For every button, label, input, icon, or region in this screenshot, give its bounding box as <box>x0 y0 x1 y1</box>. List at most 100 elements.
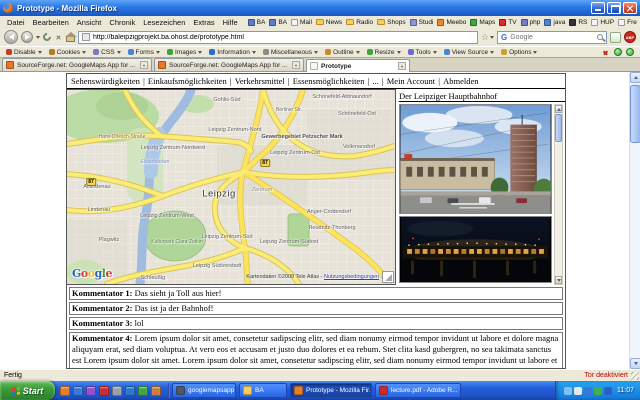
scrollbar-down-icon[interactable] <box>630 358 640 369</box>
browser-tab[interactable]: SourceForge.net: GoogleMaps App for ... <box>2 58 152 71</box>
terms-link[interactable]: Nutzungsbedingungen <box>324 274 379 280</box>
tray-icon[interactable] <box>584 386 592 395</box>
search-input[interactable] <box>510 33 594 41</box>
google-map[interactable]: Gohlis-Süd Schönefeld-Abtnaundorf Schönefe… <box>67 89 396 285</box>
home-button[interactable] <box>64 32 77 42</box>
tab-close-icon[interactable] <box>292 61 300 69</box>
menu-item[interactable]: Chronik <box>105 18 139 27</box>
page-nav-link[interactable]: Verkehrsmittel <box>235 76 285 86</box>
photo-scrollbar[interactable] <box>554 104 563 285</box>
minimize-button[interactable] <box>591 2 605 14</box>
bookmark-item[interactable]: Freenet <box>618 18 637 26</box>
menu-item[interactable]: Hilfe <box>219 18 242 27</box>
menu-item[interactable]: Lesezeichen <box>139 18 189 27</box>
start-button[interactable]: Start <box>0 381 55 400</box>
reload-button[interactable] <box>41 31 53 43</box>
menu-item[interactable]: Bearbeiten <box>29 18 73 27</box>
page-nav-link[interactable]: Abmelden <box>443 76 478 86</box>
quick-launch-icon[interactable] <box>60 385 70 396</box>
bookmark-item[interactable]: HUP <box>591 18 614 26</box>
devtoolbar-menu[interactable]: Forms <box>127 49 160 56</box>
scroll-up-icon[interactable] <box>555 105 562 113</box>
bookmark-item[interactable]: BA <box>247 18 265 26</box>
tab-close-icon[interactable] <box>398 62 406 70</box>
status-ok2-icon[interactable] <box>626 48 634 56</box>
devtoolbar-menu[interactable]: CSS <box>93 49 121 56</box>
quick-launch-icon[interactable] <box>86 385 96 396</box>
page-nav-link[interactable]: ... <box>372 76 378 86</box>
devtoolbar-menu[interactable]: View Source <box>443 49 495 56</box>
bookmark-item[interactable]: php <box>520 18 540 26</box>
tray-icon[interactable] <box>594 386 602 395</box>
bookmark-item[interactable]: Mail <box>291 18 312 26</box>
taskbar-clock[interactable]: 11:07 <box>617 387 634 394</box>
devtoolbar-menu[interactable]: Images <box>166 49 203 56</box>
bookmark-item[interactable]: RS <box>569 18 587 26</box>
devtoolbar-menu[interactable]: Disable <box>6 49 42 56</box>
menu-item[interactable]: Datei <box>3 18 29 27</box>
bookmark-item[interactable]: News <box>315 19 342 26</box>
search-box[interactable]: G <box>497 30 607 44</box>
error-icon[interactable] <box>601 48 610 57</box>
status-ok-icon[interactable] <box>614 48 622 56</box>
forward-button[interactable] <box>21 31 33 43</box>
close-button[interactable] <box>623 2 637 14</box>
page-nav-link[interactable]: Sehenswürdigkeiten <box>71 76 140 86</box>
page-nav-link[interactable]: Essensmöglichkeiten <box>293 76 365 86</box>
url-input[interactable] <box>93 33 474 41</box>
main-scrollbar[interactable] <box>629 72 640 369</box>
tray-icon[interactable] <box>604 386 612 395</box>
bookmark-item[interactable]: Meebo <box>437 18 466 26</box>
bookmark-item[interactable]: Maps <box>470 18 495 26</box>
main-scrollbar-thumb[interactable] <box>630 85 640 143</box>
overview-map-toggle[interactable] <box>382 271 394 283</box>
browser-tab[interactable]: SourceForge.net: GoogleMaps App for ... <box>154 58 304 71</box>
menu-item[interactable]: Ansicht <box>73 18 106 27</box>
devtoolbar-menu[interactable]: Tools <box>407 49 437 56</box>
taskbar-task[interactable]: googlemapsapp <box>172 383 236 398</box>
quick-launch-icon[interactable] <box>138 385 148 396</box>
maximize-button[interactable] <box>607 2 621 14</box>
bookmark-item[interactable]: BA <box>269 18 287 26</box>
menu-item[interactable]: Extras <box>189 18 218 27</box>
taskbar-task[interactable]: Prototype - Mozilla Fir... <box>290 383 372 398</box>
quick-launch-icon[interactable] <box>73 385 83 396</box>
bookmark-item[interactable]: TV <box>499 18 517 26</box>
resize-grip[interactable] <box>631 372 639 380</box>
tab-close-icon[interactable] <box>140 61 148 69</box>
history-dropdown-icon[interactable] <box>36 35 40 39</box>
bookmark-item[interactable]: Studi <box>409 18 433 26</box>
quick-launch-icon[interactable] <box>151 385 161 396</box>
adblock-icon[interactable]: ABP <box>624 31 636 43</box>
search-icon[interactable] <box>597 34 603 40</box>
scroll-down-icon[interactable] <box>555 276 562 284</box>
stop-button[interactable] <box>54 33 63 42</box>
page-nav-link[interactable]: Einkaufsmöglichkeiten <box>148 76 227 86</box>
devtoolbar-menu[interactable]: Resize <box>366 49 401 56</box>
devtoolbar-menu[interactable]: Miscellaneous <box>262 49 319 56</box>
quick-launch-icon[interactable] <box>99 385 109 396</box>
quick-launch-icon[interactable] <box>125 385 135 396</box>
tray-icon[interactable] <box>574 386 582 395</box>
tray-icon[interactable] <box>564 386 572 395</box>
quick-launch-icon[interactable] <box>112 385 122 396</box>
devtoolbar-menu[interactable]: Cookies <box>48 49 87 56</box>
taskbar-task[interactable]: BA <box>239 383 287 398</box>
devtoolbar-menu[interactable]: Options <box>501 49 538 56</box>
browser-tab[interactable]: Prototype <box>306 59 410 72</box>
extension-icon[interactable] <box>610 31 621 43</box>
bookmark-item[interactable]: Radio <box>346 19 373 26</box>
devtoolbar-menu[interactable]: Outline <box>325 49 360 56</box>
bookmark-star-button[interactable]: ☆ <box>481 32 494 43</box>
tor-status[interactable]: Tor deaktiviert <box>584 372 636 379</box>
page-nav-link[interactable]: Mein Account <box>387 76 435 86</box>
title-bar[interactable]: Prototype - Mozilla Firefox <box>0 0 640 16</box>
taskbar-task[interactable]: lecture.pdf - Adobe R... <box>375 383 461 398</box>
photo-scrollbar-thumb[interactable] <box>555 114 562 142</box>
bookmark-item[interactable]: Shops <box>377 19 406 26</box>
devtoolbar-menu[interactable]: Information <box>209 49 256 56</box>
url-bar[interactable] <box>78 30 478 44</box>
scrollbar-up-icon[interactable] <box>630 72 640 83</box>
bookmark-item[interactable]: java <box>544 18 565 26</box>
back-button[interactable] <box>4 30 18 44</box>
